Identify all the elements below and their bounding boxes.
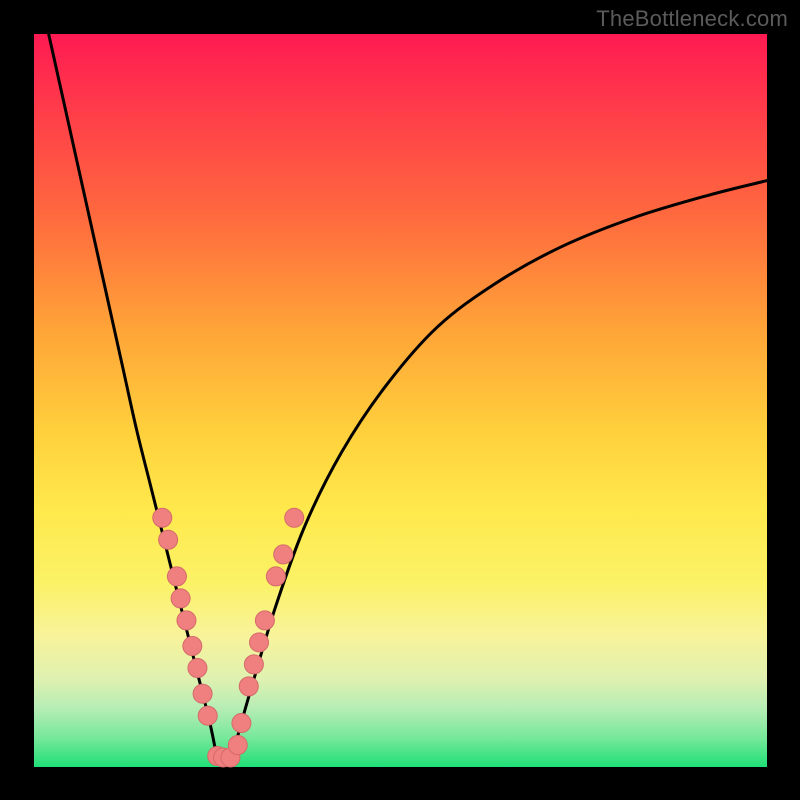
scatter-dot (177, 611, 196, 630)
scatter-dot (159, 530, 178, 549)
watermark-text: TheBottleneck.com (596, 6, 788, 32)
scatter-dot (274, 545, 293, 564)
scatter-group (153, 508, 304, 767)
scatter-dot (183, 637, 202, 656)
scatter-dot (285, 508, 304, 527)
curve-right-curve (232, 181, 767, 760)
scatter-dot (171, 589, 190, 608)
scatter-dot (250, 633, 269, 652)
scatter-dot (198, 706, 217, 725)
chart-frame: TheBottleneck.com (0, 0, 800, 800)
scatter-dot (153, 508, 172, 527)
scatter-dot (228, 736, 247, 755)
scatter-dot (188, 659, 207, 678)
scatter-dot (232, 714, 251, 733)
curve-group (49, 34, 767, 760)
scatter-dot (244, 655, 263, 674)
scatter-dot (255, 611, 274, 630)
scatter-dot (167, 567, 186, 586)
scatter-dot (193, 684, 212, 703)
scatter-dot (266, 567, 285, 586)
chart-svg (34, 34, 767, 767)
plot-area (34, 34, 767, 767)
scatter-dot (239, 677, 258, 696)
